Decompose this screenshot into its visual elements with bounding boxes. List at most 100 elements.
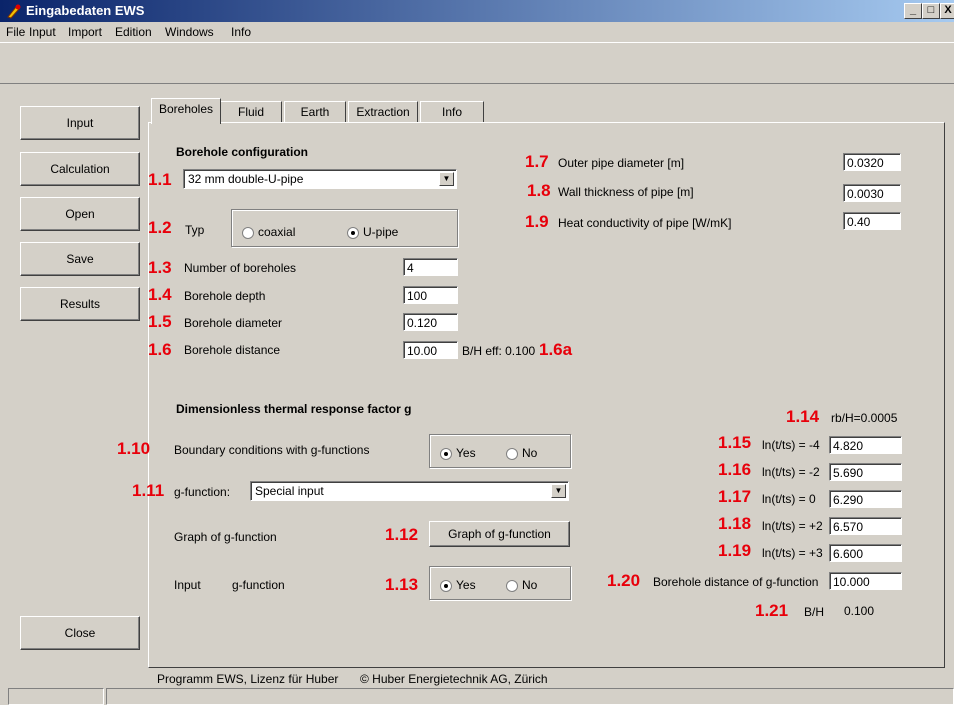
- label-num: 1.6: [148, 340, 172, 359]
- ln-input[interactable]: 4.820: [829, 436, 902, 454]
- input-button[interactable]: Input: [20, 106, 140, 140]
- radio-label: Yes: [456, 446, 476, 460]
- radio-input-yes[interactable]: Yes: [440, 578, 476, 592]
- graph-gfunction-button[interactable]: Graph of g-function: [429, 521, 570, 547]
- graph-label: Graph of g-function: [174, 530, 277, 544]
- label-num: 1.5: [148, 312, 172, 331]
- num-boreholes-label: Number of boreholes: [184, 261, 297, 275]
- bh-eff-readout: B/H eff: 0.100: [462, 344, 536, 358]
- ln-input[interactable]: 6.600: [829, 544, 902, 562]
- tab-fluid[interactable]: Fluid: [220, 101, 282, 123]
- label-num: 1.1: [148, 170, 172, 189]
- conductivity-label: Heat conductivity of pipe [W/mK]: [558, 216, 732, 230]
- radio-circle-icon: [242, 226, 254, 239]
- label-num: 1.8: [527, 181, 551, 200]
- close-button[interactable]: Close: [20, 616, 140, 650]
- wall-input[interactable]: 0.0030: [843, 184, 901, 202]
- menu-file[interactable]: File: [6, 25, 25, 39]
- label-num: 1.7: [525, 152, 549, 171]
- radio-label: No: [522, 446, 538, 460]
- ln-input[interactable]: 5.690: [829, 463, 902, 481]
- menu-info[interactable]: Info: [231, 25, 251, 39]
- input-gfunction-label: g-function: [232, 578, 285, 592]
- section-title-config: Borehole configuration: [176, 145, 308, 159]
- tab-extraction[interactable]: Extraction: [348, 101, 418, 123]
- gfunction-value: Special input: [255, 484, 324, 498]
- typ-label: Typ: [185, 223, 205, 237]
- results-button[interactable]: Results: [20, 287, 140, 321]
- label-num: 1.16: [718, 460, 752, 479]
- configuration-value: 32 mm double-U-pipe: [188, 172, 304, 186]
- radio-boundary-no[interactable]: No: [506, 446, 537, 460]
- diameter-input[interactable]: 0.120: [403, 313, 458, 331]
- label-num: 1.14: [786, 407, 820, 426]
- status-cell: [106, 688, 954, 705]
- tab-info[interactable]: Info: [420, 101, 484, 123]
- section-title-response: Dimensionless thermal response factor g: [176, 402, 412, 416]
- ln-input[interactable]: 6.570: [829, 517, 902, 535]
- radio-label: Yes: [456, 578, 476, 592]
- bh-distance-g-input[interactable]: 10.000: [829, 572, 902, 590]
- ln-input[interactable]: 6.290: [829, 490, 902, 508]
- title-bar: Eingabedaten EWS _ □ X: [0, 0, 954, 22]
- close-window-button[interactable]: X: [940, 3, 954, 19]
- radio-boundary-yes[interactable]: Yes: [440, 446, 476, 460]
- label-num: 1.10: [117, 439, 151, 458]
- ln-label: ln(t/ts) = 0: [762, 492, 816, 506]
- ln-label: ln(t/ts) = -2: [762, 465, 820, 479]
- outer-diam-input[interactable]: 0.0320: [843, 153, 901, 171]
- tab-boreholes[interactable]: Boreholes: [151, 98, 221, 124]
- menu-bar: File Input Import Edition Windows Info: [0, 22, 954, 42]
- conductivity-input[interactable]: 0.40: [843, 212, 901, 230]
- footer-copyright: © Huber Energietechnik AG, Zürich: [360, 672, 548, 686]
- radio-circle-icon: [506, 579, 518, 592]
- save-button[interactable]: Save: [20, 242, 140, 276]
- menu-input[interactable]: Input: [29, 25, 56, 39]
- gfunction-label: g-function:: [174, 485, 231, 499]
- label-num: 1.11: [132, 481, 165, 500]
- gfunction-select[interactable]: Special input ▼: [250, 481, 569, 501]
- depth-input[interactable]: 100: [403, 286, 458, 304]
- toolbar-area: [0, 42, 954, 84]
- configuration-select[interactable]: 32 mm double-U-pipe ▼: [183, 169, 457, 189]
- menu-edition[interactable]: Edition: [115, 25, 152, 39]
- maximize-button[interactable]: □: [922, 3, 940, 19]
- chevron-down-icon[interactable]: ▼: [439, 172, 454, 186]
- window-title: Eingabedaten EWS: [26, 3, 145, 18]
- boundary-label: Boundary conditions with g-functions: [174, 443, 370, 457]
- label-num: 1.18: [718, 514, 752, 533]
- menu-windows[interactable]: Windows: [165, 25, 214, 39]
- radio-selected-icon: [440, 579, 452, 592]
- radio-circle-icon: [506, 447, 518, 460]
- minimize-button[interactable]: _: [904, 3, 922, 19]
- label-num: 1.2: [148, 218, 172, 237]
- label-num: 1.21: [755, 601, 789, 620]
- radio-input-no[interactable]: No: [506, 578, 537, 592]
- open-button[interactable]: Open: [20, 197, 140, 231]
- calculation-button[interactable]: Calculation: [20, 152, 140, 186]
- label-num: 1.9: [525, 212, 549, 231]
- radio-label: coaxial: [258, 225, 296, 239]
- chevron-down-icon[interactable]: ▼: [551, 484, 566, 498]
- footer-license: Programm EWS, Lizenz für Huber: [157, 672, 339, 686]
- depth-label: Borehole depth: [184, 289, 266, 303]
- bh-distance-g-label: Borehole distance of g-function: [653, 575, 819, 589]
- label-num: 1.6a: [539, 340, 573, 359]
- label-num: 1.12: [385, 525, 419, 544]
- radio-upipe[interactable]: U-pipe: [347, 225, 398, 239]
- menu-import[interactable]: Import: [68, 25, 102, 39]
- radio-coaxial[interactable]: coaxial: [242, 225, 295, 239]
- radio-selected-icon: [440, 447, 452, 460]
- input-label: Input: [174, 578, 201, 592]
- label-num: 1.15: [718, 433, 752, 452]
- app-icon: [7, 4, 21, 19]
- distance-input[interactable]: 10.00: [403, 341, 458, 359]
- distance-label: Borehole distance: [184, 343, 281, 357]
- label-num: 1.3: [148, 258, 172, 277]
- label-num: 1.4: [148, 285, 172, 304]
- num-boreholes-input[interactable]: 4: [403, 258, 458, 276]
- radio-selected-icon: [347, 226, 359, 239]
- outer-diam-label: Outer pipe diameter [m]: [558, 156, 685, 170]
- tab-earth[interactable]: Earth: [284, 101, 346, 123]
- bh-ratio-label: B/H: [804, 605, 825, 619]
